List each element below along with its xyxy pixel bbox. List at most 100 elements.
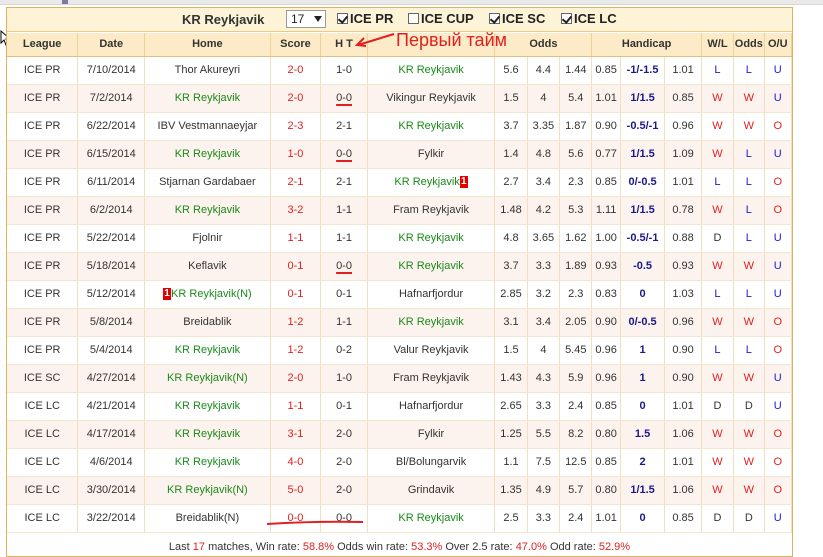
cell-away[interactable]: Fylkir xyxy=(367,140,496,169)
cell-away-name[interactable]: Fylkir xyxy=(418,148,444,160)
cell-home[interactable]: KR Reykjavik xyxy=(144,448,271,477)
cell-away-name[interactable]: KR Reykjavik xyxy=(398,120,463,132)
cell-handicap-home-value: 1.01 xyxy=(595,512,617,524)
cell-wl-value: W xyxy=(712,148,723,160)
cell-league-value: ICE LC xyxy=(24,484,60,496)
cell-home-name[interactable]: Thor Akureyri xyxy=(175,64,240,76)
cell-away-name[interactable]: Fram Reykjavik xyxy=(393,204,469,216)
cell-home-name[interactable]: IBV Vestmannaeyjar xyxy=(158,120,258,132)
cell-home-name[interactable]: KR Reykjavik(N) xyxy=(171,288,252,300)
cell-away-name[interactable]: Grindavik xyxy=(408,484,454,496)
cell-away[interactable]: KR Reykjavik xyxy=(367,504,496,533)
cell-handicap-home: 0.80 xyxy=(591,420,621,449)
cell-away[interactable]: KR Reykjavik xyxy=(367,252,496,281)
cell-home-name[interactable]: Keflavik xyxy=(188,260,227,272)
filter-checkbox[interactable] xyxy=(489,13,500,24)
cell-wl: W xyxy=(701,196,735,225)
filter-checkbox[interactable] xyxy=(408,13,419,24)
cell-away[interactable]: Bl/Bolungarvik xyxy=(367,448,496,477)
cell-home[interactable]: IBV Vestmannaeyjar xyxy=(144,112,271,141)
cell-away[interactable]: Hafnarfjordur xyxy=(367,392,496,421)
cell-away-name[interactable]: KR Reykjavik xyxy=(398,232,463,244)
cell-away-name[interactable]: KR Reykjavik xyxy=(398,512,463,524)
cell-home-name[interactable]: KR Reykjavik(N) xyxy=(167,372,248,384)
cell-away-name[interactable]: Fylkir xyxy=(418,428,444,440)
cell-away-name[interactable]: KR Reykjavik xyxy=(398,316,463,328)
cell-home[interactable]: KR Reykjavik xyxy=(144,84,271,113)
cell-away-name[interactable]: Vikingur Reykjavik xyxy=(386,92,476,104)
cell-home[interactable]: 1KR Reykjavik(N) xyxy=(144,280,271,309)
cell-home-name[interactable]: KR Reykjavik xyxy=(175,428,240,440)
match-count-select[interactable]: 17 xyxy=(286,10,326,28)
cell-home[interactable]: KR Reykjavik xyxy=(144,420,271,449)
cell-score: 1-1 xyxy=(270,392,322,421)
cell-home-name[interactable]: Breidablik xyxy=(183,316,231,328)
cell-away[interactable]: Fram Reykjavik xyxy=(367,196,496,225)
cell-home-name[interactable]: KR Reykjavik xyxy=(175,400,240,412)
cell-away[interactable]: Fram Reykjavik xyxy=(367,364,496,393)
cell-handicap-away: 0.88 xyxy=(664,224,702,253)
cell-home-name[interactable]: KR Reykjavik xyxy=(175,204,240,216)
cell-handicap-line: 0/-0.5 xyxy=(620,168,666,197)
cell-home[interactable]: KR Reykjavik xyxy=(144,196,271,225)
filter-ice-cup[interactable]: ICE CUP xyxy=(408,11,474,26)
cell-home[interactable]: Breidablik(N) xyxy=(144,504,271,533)
cell-away-name[interactable]: Fram Reykjavik xyxy=(393,372,469,384)
cell-home-name[interactable]: KR Reykjavik xyxy=(175,456,240,468)
cell-wl-value: L xyxy=(714,344,721,356)
cell-odds-home-value: 1.43 xyxy=(500,372,522,384)
filter-ice-lc[interactable]: ICE LC xyxy=(561,11,617,26)
cell-home[interactable]: Stjarnan Gardabaer xyxy=(144,168,271,197)
cell-ou-value: O xyxy=(773,176,783,188)
filter-checkbox[interactable] xyxy=(337,13,348,24)
cell-away[interactable]: Fylkir xyxy=(367,420,496,449)
cell-score-value: 3-1 xyxy=(287,428,304,440)
cell-home[interactable]: KR Reykjavik(N) xyxy=(144,364,271,393)
cell-away-name[interactable]: Hafnarfjordur xyxy=(399,400,463,412)
filter-ice-pr[interactable]: ICE PR xyxy=(337,11,393,26)
cell-date: 5/22/2014 xyxy=(77,224,146,253)
footer-matches-label: matches, Win rate: xyxy=(208,541,300,553)
cell-home[interactable]: Thor Akureyri xyxy=(144,56,271,85)
filter-checkbox[interactable] xyxy=(561,13,572,24)
cell-away[interactable]: KR Reykjavik xyxy=(367,112,496,141)
cell-home[interactable]: Fjolnir xyxy=(144,224,271,253)
cell-away-name[interactable]: Hafnarfjordur xyxy=(399,288,463,300)
cell-home[interactable]: Keflavik xyxy=(144,252,271,281)
cell-away[interactable]: KR Reykjavik xyxy=(367,224,496,253)
cell-home-name[interactable]: Fjolnir xyxy=(192,232,222,244)
cell-home-name[interactable]: KR Reykjavik xyxy=(175,92,240,104)
cell-away[interactable]: KR Reykjavik xyxy=(367,308,496,337)
cell-away-name[interactable]: Bl/Bolungarvik xyxy=(396,456,466,468)
cell-score-value: 0-1 xyxy=(287,260,304,272)
cell-odds-draw-value: 4.8 xyxy=(535,148,552,160)
cell-home[interactable]: KR Reykjavik xyxy=(144,392,271,421)
cell-home-name[interactable]: Stjarnan Gardabaer xyxy=(159,176,256,188)
cell-away[interactable]: Vikingur Reykjavik xyxy=(367,84,496,113)
cell-away[interactable]: KR Reykjavik xyxy=(367,56,496,85)
cell-home-name[interactable]: Breidablik(N) xyxy=(176,512,240,524)
cell-away[interactable]: KR Reykjavik1 xyxy=(367,168,496,197)
cell-league-value: ICE PR xyxy=(23,148,61,160)
cell-home[interactable]: KR Reykjavik(N) xyxy=(144,476,271,505)
cell-away-name[interactable]: Valur Reykjavik xyxy=(394,344,469,356)
cell-home-name[interactable]: KR Reykjavik xyxy=(175,344,240,356)
cell-away[interactable]: Grindavik xyxy=(367,476,496,505)
col-handicap: Handicap xyxy=(591,33,702,57)
cell-odds-away: 5.9 xyxy=(559,364,593,393)
cell-handicap-away: 1.01 xyxy=(664,168,702,197)
cell-home[interactable]: KR Reykjavik xyxy=(144,140,271,169)
cell-home[interactable]: KR Reykjavik xyxy=(144,336,271,365)
cell-away-name[interactable]: KR Reykjavik xyxy=(398,260,463,272)
filter-ice-sc[interactable]: ICE SC xyxy=(489,11,545,26)
cell-wl: W xyxy=(701,364,735,393)
cell-home-name[interactable]: KR Reykjavik xyxy=(175,148,240,160)
cell-home[interactable]: Breidablik xyxy=(144,308,271,337)
cell-away-name[interactable]: KR Reykjavik xyxy=(398,64,463,76)
cell-home-name[interactable]: KR Reykjavik(N) xyxy=(167,484,248,496)
cell-away[interactable]: Hafnarfjordur xyxy=(367,280,496,309)
cell-odds-result-value: W xyxy=(743,120,755,132)
cell-handicap-away: 1.01 xyxy=(664,56,702,85)
cell-away[interactable]: Valur Reykjavik xyxy=(367,336,496,365)
cell-away-name[interactable]: KR Reykjavik xyxy=(394,176,459,188)
